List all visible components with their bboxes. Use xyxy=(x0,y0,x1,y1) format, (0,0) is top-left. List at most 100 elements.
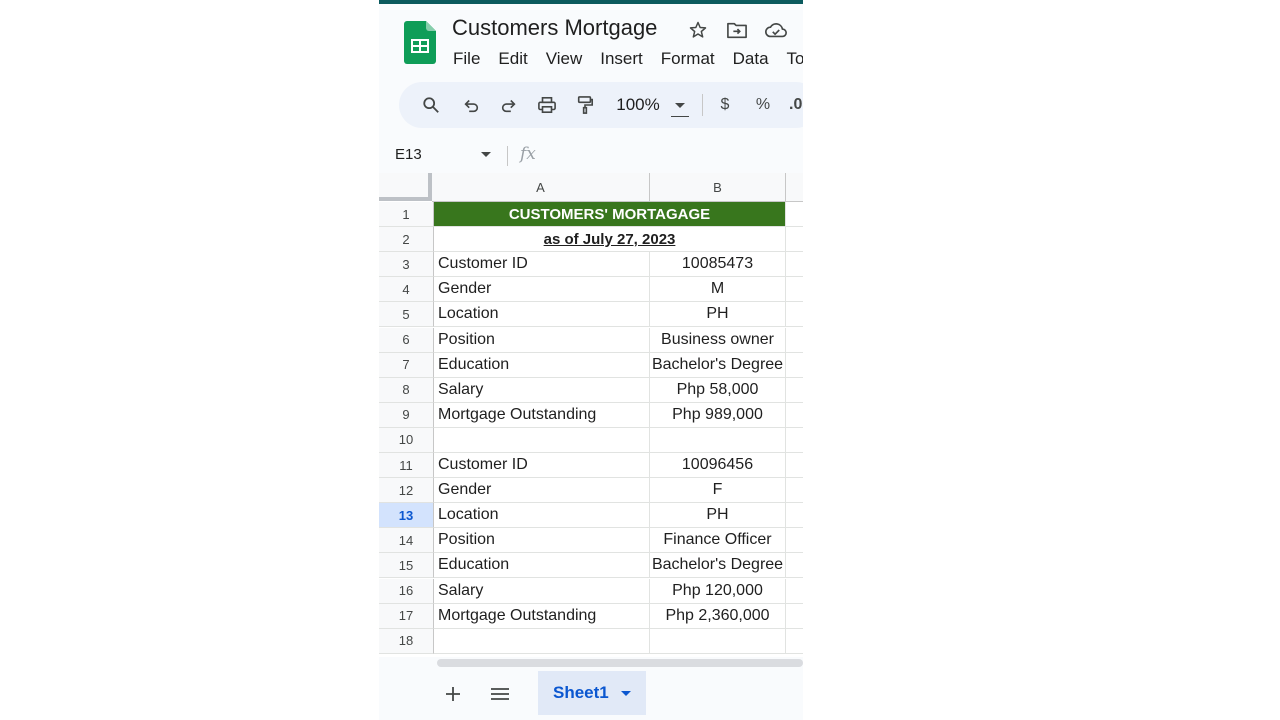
spreadsheet-grid[interactable]: A B 1 CUSTOMERS' MORTAGAGE 2 as of July 27,… xyxy=(379,173,803,657)
sheets-logo-icon[interactable] xyxy=(404,21,436,64)
cell-value[interactable]: 10085473 xyxy=(650,252,786,278)
row-header[interactable]: 1 xyxy=(379,202,434,227)
cell-label[interactable]: Salary xyxy=(434,377,650,403)
menu-data[interactable]: Data xyxy=(733,49,769,71)
row-header[interactable]: 8 xyxy=(379,377,434,403)
cell-label[interactable]: Customer ID xyxy=(434,252,650,278)
column-header-c[interactable] xyxy=(786,173,803,202)
search-icon[interactable] xyxy=(419,93,443,117)
cell-value[interactable]: Finance Officer xyxy=(650,528,786,554)
row-header[interactable]: 17 xyxy=(379,603,434,629)
percent-format-button[interactable]: % xyxy=(753,93,773,117)
cell-value[interactable]: Business owner xyxy=(650,327,786,353)
cell-label[interactable]: Position xyxy=(434,327,650,353)
cell-empty[interactable] xyxy=(786,503,803,529)
cell-value[interactable] xyxy=(650,427,786,453)
horizontal-scrollbar[interactable] xyxy=(437,659,803,667)
cell-value[interactable]: Php 120,000 xyxy=(650,578,786,604)
cell-empty[interactable] xyxy=(786,528,803,554)
column-header-b[interactable]: B xyxy=(650,173,786,202)
menu-insert[interactable]: Insert xyxy=(600,49,643,71)
cell-value[interactable]: Bachelor's Degree xyxy=(650,352,786,378)
cell-empty[interactable] xyxy=(786,227,803,253)
cell-label[interactable]: Location xyxy=(434,302,650,328)
row-header[interactable]: 10 xyxy=(379,427,434,453)
document-title[interactable]: Customers Mortgage xyxy=(452,15,657,41)
currency-format-button[interactable]: $ xyxy=(715,93,735,117)
menu-format[interactable]: Format xyxy=(661,49,715,71)
cell-value[interactable]: Bachelor's Degree xyxy=(650,553,786,579)
row-header[interactable]: 11 xyxy=(379,453,434,478)
cell-empty[interactable] xyxy=(786,328,803,353)
cell-label[interactable]: Location xyxy=(434,503,650,529)
title-cell[interactable]: CUSTOMERS' MORTAGAGE xyxy=(434,202,786,227)
add-sheet-icon[interactable] xyxy=(440,681,466,707)
name-box[interactable]: E13 xyxy=(395,146,422,163)
star-icon[interactable] xyxy=(686,18,710,42)
row-header[interactable]: 15 xyxy=(379,553,434,579)
column-header-a[interactable]: A xyxy=(432,173,650,202)
zoom-value[interactable]: 100% xyxy=(613,93,663,117)
cell-value[interactable]: PH xyxy=(650,503,786,529)
cell-label[interactable]: Gender xyxy=(434,277,650,303)
name-box-dropdown-icon[interactable] xyxy=(481,152,491,157)
row-header[interactable]: 18 xyxy=(379,628,434,654)
cell-empty[interactable] xyxy=(786,403,803,428)
cell-empty[interactable] xyxy=(786,378,803,403)
cell-value[interactable]: M xyxy=(650,277,786,303)
cell-empty[interactable] xyxy=(786,629,803,654)
cell-label[interactable]: Education xyxy=(434,352,650,378)
zoom-dropdown-arrow-icon[interactable] xyxy=(670,93,690,117)
select-all-corner[interactable] xyxy=(379,173,432,201)
row-header[interactable]: 4 xyxy=(379,277,434,303)
undo-icon[interactable] xyxy=(459,93,483,117)
row-header[interactable]: 9 xyxy=(379,402,434,428)
cell-empty[interactable] xyxy=(786,428,803,453)
cell-value[interactable]: Php 989,000 xyxy=(650,402,786,428)
paint-format-icon[interactable] xyxy=(573,93,597,117)
subtitle-cell[interactable]: as of July 27, 2023 xyxy=(434,227,786,253)
cell-label[interactable]: Position xyxy=(434,528,650,554)
sheet-tab-dropdown-icon[interactable] xyxy=(620,690,631,696)
move-folder-icon[interactable] xyxy=(725,18,749,42)
cell-value[interactable]: F xyxy=(650,478,786,504)
print-icon[interactable] xyxy=(535,93,559,117)
cell-label[interactable]: Mortgage Outstanding xyxy=(434,402,650,428)
row-header[interactable]: 3 xyxy=(379,252,434,278)
cell-value[interactable] xyxy=(650,628,786,654)
redo-icon[interactable] xyxy=(497,93,521,117)
menu-edit[interactable]: Edit xyxy=(498,49,527,71)
cell-empty[interactable] xyxy=(786,553,803,579)
cell-label[interactable] xyxy=(434,628,650,654)
all-sheets-menu-icon[interactable] xyxy=(487,681,513,707)
row-header[interactable]: 16 xyxy=(379,578,434,604)
menu-tools[interactable]: To xyxy=(787,49,803,71)
cell-empty[interactable] xyxy=(786,478,803,504)
cell-empty[interactable] xyxy=(786,252,803,278)
row-header[interactable]: 6 xyxy=(379,327,434,353)
menu-file[interactable]: File xyxy=(453,49,480,71)
cell-label[interactable]: Mortgage Outstanding xyxy=(434,603,650,629)
row-header[interactable]: 12 xyxy=(379,478,434,504)
cell-label[interactable]: Gender xyxy=(434,478,650,504)
cell-value[interactable]: PH xyxy=(650,302,786,328)
cell-value[interactable]: 10096456 xyxy=(650,453,786,478)
cell-label[interactable]: Education xyxy=(434,553,650,579)
cell-empty[interactable] xyxy=(786,202,803,227)
cell-empty[interactable] xyxy=(786,604,803,629)
cell-empty[interactable] xyxy=(786,302,803,328)
cell-empty[interactable] xyxy=(786,453,803,478)
decrease-decimal-button[interactable]: .0 xyxy=(789,93,803,117)
cell-label[interactable] xyxy=(434,427,650,453)
row-header[interactable]: 13 xyxy=(379,503,434,529)
cell-value[interactable]: Php 2,360,000 xyxy=(650,603,786,629)
cell-empty[interactable] xyxy=(786,579,803,604)
cell-empty[interactable] xyxy=(786,353,803,378)
row-header[interactable]: 14 xyxy=(379,528,434,554)
row-header[interactable]: 2 xyxy=(379,227,434,253)
sheet-tab-sheet1[interactable]: Sheet1 xyxy=(538,671,646,715)
cell-label[interactable]: Salary xyxy=(434,578,650,604)
cell-label[interactable]: Customer ID xyxy=(434,453,650,478)
cell-empty[interactable] xyxy=(786,277,803,303)
menu-view[interactable]: View xyxy=(546,49,583,71)
